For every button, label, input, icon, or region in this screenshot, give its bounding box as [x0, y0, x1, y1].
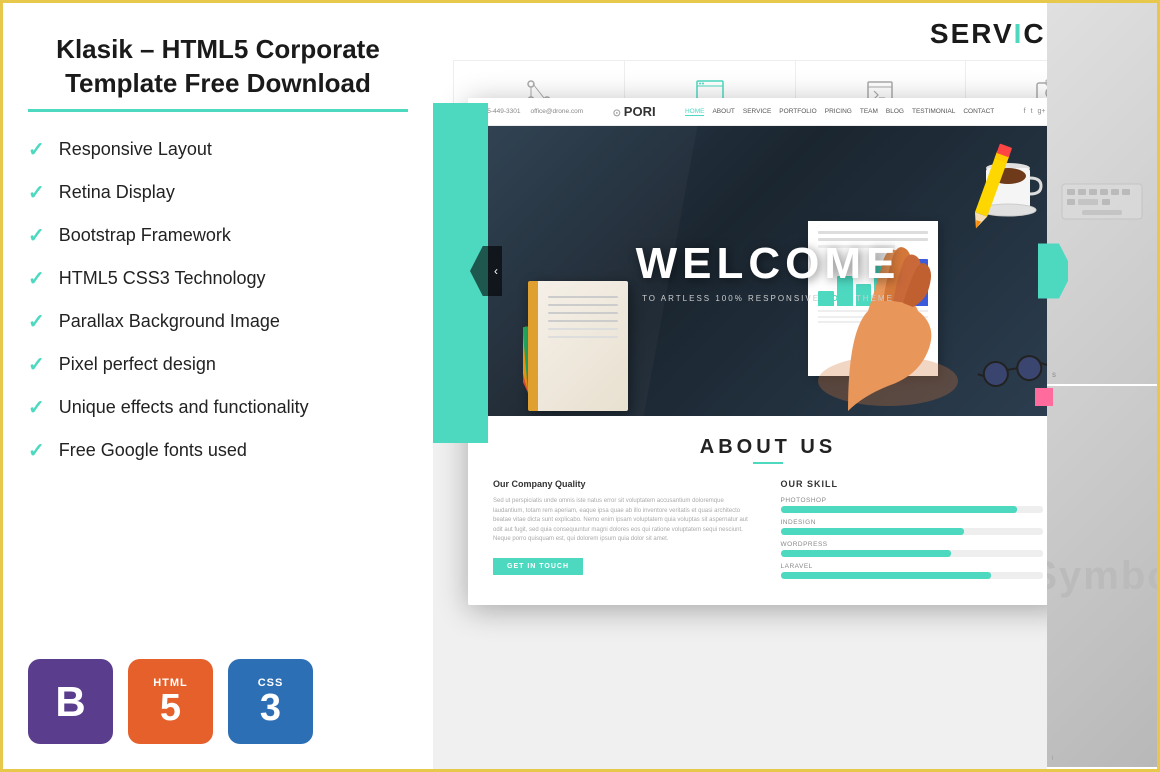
nav-link-about[interactable]: ABOUT: [712, 108, 734, 116]
symbol-text: Symbo: [1047, 554, 1157, 599]
nav-links: HOME ABOUT SERVICE PORTFOLIO PRICING TEA…: [685, 108, 994, 116]
check-icon: ✓: [28, 223, 45, 248]
skill-label: INDESIGN: [781, 519, 1044, 526]
notebook-line: [548, 320, 618, 322]
social-tw: t: [1031, 108, 1033, 115]
hero-subtitle: TO ARTLESS 100% RESPONSIVE PORI THEME: [636, 294, 901, 303]
sidebar-label-2: l: [1052, 756, 1053, 762]
check-icon: ✓: [28, 438, 45, 463]
check-icon: ✓: [28, 352, 45, 377]
list-item: ✓ Free Google fonts used: [28, 438, 408, 463]
list-item: ✓ Unique effects and functionality: [28, 395, 408, 420]
pink-accent: [1035, 388, 1053, 406]
skill-track: [781, 572, 1044, 579]
nav-link-portfolio[interactable]: PORTFOLIO: [779, 108, 816, 116]
skill-fill: [781, 550, 952, 557]
features-list: ✓ Responsive Layout ✓ Retina Display ✓ B…: [28, 137, 408, 619]
nav-contact: 305-449-3301 office@drone.com: [480, 108, 583, 115]
notebook-line: [548, 336, 618, 338]
skill-item: INDESIGN: [781, 519, 1044, 535]
skill-heading: OUR SKILL: [781, 479, 1044, 489]
about-section: ABOUT US Our Company Quality Sed ut pers…: [468, 416, 1068, 605]
hero-arrow-left[interactable]: ‹: [470, 246, 502, 296]
about-right: OUR SKILL PHOTOSHOP INDESIGN: [781, 479, 1044, 585]
main-container: Klasik – HTML5 Corporate Template Free D…: [3, 3, 1157, 769]
check-icon: ✓: [28, 266, 45, 291]
services-title: SERVICES: [453, 18, 1137, 50]
notebook-line: [548, 304, 618, 306]
html5-badge: HTML 5: [128, 659, 213, 744]
about-quality-heading: Our Company Quality: [493, 479, 756, 489]
left-panel: Klasik – HTML5 Corporate Template Free D…: [3, 3, 433, 769]
list-item: ✓ Parallax Background Image: [28, 309, 408, 334]
list-item: ✓ Bootstrap Framework: [28, 223, 408, 248]
title-section: Klasik – HTML5 Corporate Template Free D…: [28, 33, 408, 112]
nav-link-contact[interactable]: CONTACT: [963, 108, 994, 116]
nav-link-testimonial[interactable]: TESTIMONIAL: [912, 108, 955, 116]
social-fb: f: [1024, 108, 1026, 115]
list-item: ✓ Responsive Layout: [28, 137, 408, 162]
arrow-left-icon: ‹: [494, 264, 498, 278]
list-item: ✓ Pixel perfect design: [28, 352, 408, 377]
hero-content: WELCOME TO ARTLESS 100% RESPONSIVE PORI …: [636, 239, 901, 303]
skill-item: LARAVEL: [781, 563, 1044, 579]
check-icon: ✓: [28, 137, 45, 162]
nav-link-pricing[interactable]: PRICING: [825, 108, 852, 116]
skill-track: [781, 506, 1044, 513]
nav-link-home[interactable]: HOME: [685, 108, 705, 116]
sidebar-img-bottom: Symbo l: [1047, 386, 1157, 769]
skill-fill: [781, 528, 965, 535]
services-title-accent: I: [1014, 18, 1024, 49]
nav-logo: ⊙ PORI: [613, 104, 656, 119]
check-icon: ✓: [28, 180, 45, 205]
contact-button[interactable]: GET IN TOUCH: [493, 558, 583, 575]
skill-fill: [781, 506, 1017, 513]
hero-section: ‹ WELCOME TO ARTLESS 100% RESPONSIVE POR…: [468, 126, 1068, 416]
nav-link-team[interactable]: TEAM: [860, 108, 878, 116]
title-underline: [28, 109, 408, 112]
about-content: Our Company Quality Sed ut perspiciatis …: [493, 479, 1043, 585]
about-title: ABOUT US: [493, 436, 1043, 459]
notebook-line: [548, 312, 618, 314]
list-item: ✓ Retina Display: [28, 180, 408, 205]
check-icon: ✓: [28, 309, 45, 334]
bootstrap-badge: B: [28, 659, 113, 744]
website-mockup: 305-449-3301 office@drone.com ⊙ PORI HOM…: [468, 98, 1068, 605]
skill-track: [781, 550, 1044, 557]
hero-arrow-right[interactable]: [1038, 244, 1068, 299]
notebook-line: [548, 296, 618, 298]
tech-badges: B HTML 5 CSS 3: [28, 659, 408, 744]
about-left: Our Company Quality Sed ut perspiciatis …: [493, 479, 756, 585]
notebook: [528, 281, 628, 411]
page-title: Klasik – HTML5 Corporate Template Free D…: [28, 33, 408, 101]
css3-badge: CSS 3: [228, 659, 313, 744]
nav-bar: 305-449-3301 office@drone.com ⊙ PORI HOM…: [468, 98, 1068, 126]
skill-item: PHOTOSHOP: [781, 497, 1044, 513]
list-item: ✓ HTML5 CSS3 Technology: [28, 266, 408, 291]
nav-email: office@drone.com: [530, 108, 583, 115]
skill-track: [781, 528, 1044, 535]
skill-label: PHOTOSHOP: [781, 497, 1044, 504]
html-num: 5: [160, 689, 181, 727]
hero-title: WELCOME: [636, 239, 901, 289]
social-gp: g+: [1038, 108, 1046, 115]
notebook-line: [548, 328, 618, 330]
check-icon: ✓: [28, 395, 45, 420]
css-num: 3: [260, 689, 281, 727]
notebook-item: [528, 281, 628, 411]
skill-label: LARAVEL: [781, 563, 1044, 570]
skill-label: WORDPRESS: [781, 541, 1044, 548]
nav-link-service[interactable]: SERVICE: [743, 108, 771, 116]
about-quality-text: Sed ut perspiciatis unde omnis iste natu…: [493, 497, 756, 545]
logo-icon: ⊙: [613, 108, 624, 119]
skill-fill: [781, 572, 991, 579]
nav-link-blog[interactable]: BLOG: [886, 108, 904, 116]
right-panel: SERVICES GRAPHICS Lorem ipsum dolo: [433, 3, 1157, 769]
skill-item: WORDPRESS: [781, 541, 1044, 557]
hero-brand: PORI: [824, 294, 852, 303]
